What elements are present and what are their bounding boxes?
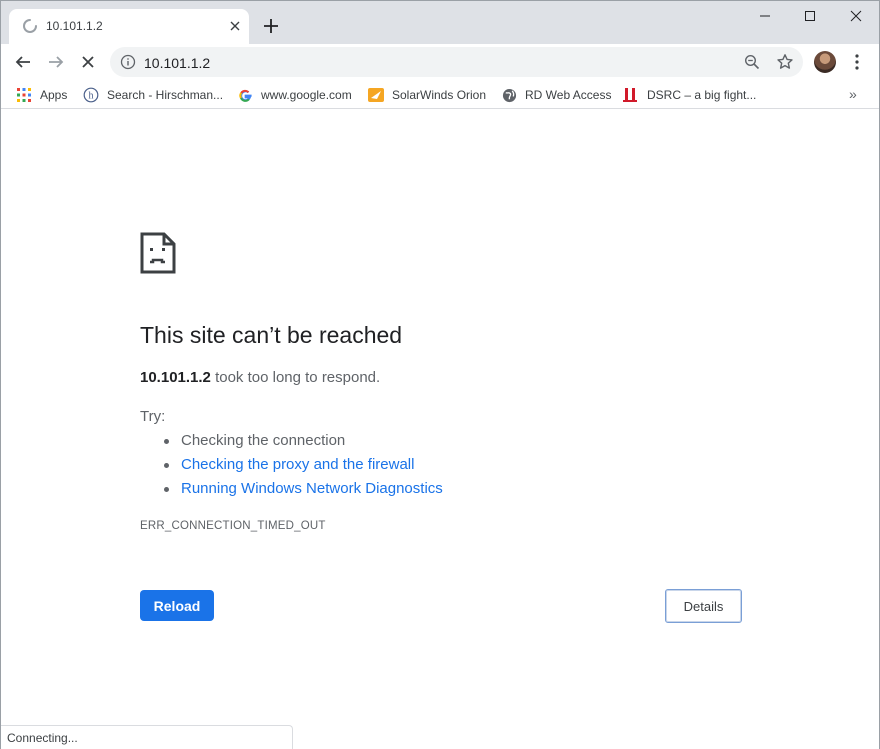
dsrc-icon xyxy=(623,87,639,103)
loading-spinner-icon xyxy=(23,19,37,33)
status-bubble: Connecting... xyxy=(1,725,293,749)
zoom-out-icon[interactable] xyxy=(744,54,760,70)
tab-title: 10.101.1.2 xyxy=(46,19,103,33)
maximize-button[interactable] xyxy=(787,1,833,31)
suggestion-list: Checking the connection Checking the pro… xyxy=(161,429,443,501)
minimize-button[interactable] xyxy=(742,1,788,31)
close-icon xyxy=(850,10,862,22)
tab-strip: 10.101.1.2 xyxy=(1,1,879,44)
back-button[interactable] xyxy=(9,48,37,76)
toolbar: 10.101.1.2 xyxy=(1,44,879,80)
google-icon xyxy=(237,87,253,103)
stop-icon xyxy=(82,56,94,68)
bookmark-google[interactable]: www.google.com xyxy=(237,85,352,105)
bookmark-label: Search - Hirschman... xyxy=(107,88,224,102)
new-tab-icon[interactable] xyxy=(261,16,281,36)
bookmark-solarwinds[interactable]: SolarWinds Orion xyxy=(368,85,486,105)
close-window-button[interactable] xyxy=(833,1,879,31)
suggestion-check-proxy-link[interactable]: Checking the proxy and the firewall xyxy=(161,453,443,477)
error-description: 10.101.1.2 took too long to respond. xyxy=(140,369,380,386)
url-text[interactable]: 10.101.1.2 xyxy=(144,55,210,71)
reload-button[interactable]: Reload xyxy=(140,590,214,621)
browser-window: 10.101.1.2 10.101.1.2 Apps h Search - Hi… xyxy=(0,0,880,749)
more-bookmarks-chevron-icon[interactable]: » xyxy=(849,86,857,102)
error-host: 10.101.1.2 xyxy=(140,369,211,386)
suggestion-network-diagnostics-link[interactable]: Running Windows Network Diagnostics xyxy=(161,477,443,501)
apps-grid-icon xyxy=(16,87,32,103)
error-code: ERR_CONNECTION_TIMED_OUT xyxy=(140,520,326,532)
details-button[interactable]: Details xyxy=(665,589,742,623)
bookmark-hirschmann[interactable]: h Search - Hirschman... xyxy=(83,85,223,105)
solarwinds-icon xyxy=(368,87,384,103)
error-title: This site can’t be reached xyxy=(140,322,403,348)
stop-loading-button[interactable] xyxy=(74,48,102,76)
error-description-suffix: took too long to respond. xyxy=(210,369,381,386)
bookmark-dsrc[interactable]: DSRC – a big fight... xyxy=(623,85,756,105)
suggestion-check-connection: Checking the connection xyxy=(161,429,443,453)
bookmark-rd-web-access[interactable]: RD Web Access xyxy=(501,85,611,105)
bookmark-label: RD Web Access xyxy=(525,88,612,102)
maximize-icon xyxy=(805,11,815,21)
back-arrow-icon xyxy=(15,56,30,68)
forward-button[interactable] xyxy=(42,48,70,76)
active-tab[interactable]: 10.101.1.2 xyxy=(9,9,249,44)
address-bar[interactable]: 10.101.1.2 xyxy=(110,47,803,77)
close-tab-icon[interactable] xyxy=(227,18,243,34)
globe-icon xyxy=(501,87,517,103)
bookmark-star-icon[interactable] xyxy=(776,53,794,71)
error-page: This site can’t be reached 10.101.1.2 to… xyxy=(1,110,879,749)
forward-arrow-icon xyxy=(49,56,64,68)
bookmark-apps[interactable]: Apps xyxy=(16,85,67,105)
bookmark-label: Apps xyxy=(40,88,68,102)
svg-text:h: h xyxy=(89,91,94,102)
info-icon[interactable] xyxy=(120,54,136,70)
menu-button[interactable] xyxy=(847,50,867,74)
bookmark-label: DSRC – a big fight... xyxy=(647,88,757,102)
minimize-icon xyxy=(760,15,770,17)
try-label: Try: xyxy=(140,408,166,425)
bookmark-label: SolarWinds Orion xyxy=(392,88,487,102)
bookmarks-bar: Apps h Search - Hirschman... www.google.… xyxy=(1,80,879,109)
bookmark-label: www.google.com xyxy=(261,88,352,102)
profile-avatar[interactable] xyxy=(814,51,836,73)
kebab-menu-icon xyxy=(855,54,859,70)
hirschmann-icon: h xyxy=(83,87,99,103)
sad-page-icon xyxy=(140,232,176,274)
